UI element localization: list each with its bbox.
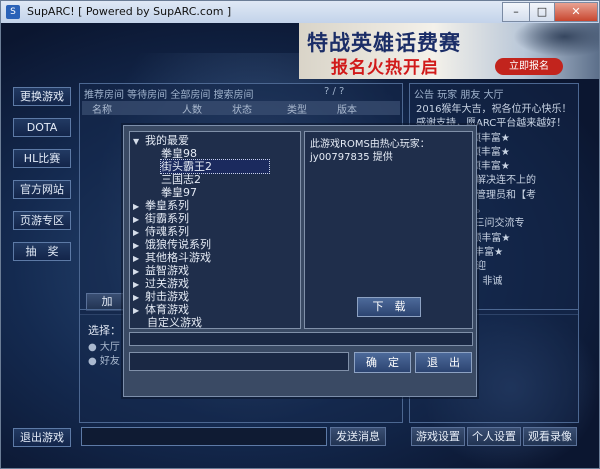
- tree-node-label: 益智游戏: [145, 264, 189, 277]
- close-button[interactable]: ✕: [554, 2, 598, 22]
- expand-triangle-icon[interactable]: ▼: [133, 135, 145, 148]
- game-settings-button[interactable]: 游戏设置: [411, 427, 465, 446]
- tree-node-sanguo2[interactable]: 三国志2: [161, 173, 201, 186]
- rom-provider-text: 此游戏ROMS由热心玩家：jy00797835 提供: [310, 139, 430, 163]
- col-name[interactable]: 名称: [92, 101, 112, 116]
- dialog-exit-button[interactable]: 退 出: [415, 352, 472, 373]
- title-bar: S SupARC! [ Powered by SupARC.com ] – □ …: [1, 1, 599, 23]
- room-columns: 名称 人数 状态 类型 版本: [82, 101, 400, 116]
- tree-node-sf-series[interactable]: ▶ 街霸系列: [133, 212, 189, 225]
- chat-input[interactable]: [81, 427, 327, 446]
- tree-node-label: 过关游戏: [145, 277, 189, 290]
- tree-node-fatalfury-series[interactable]: ▶ 饿狼传说系列: [133, 238, 211, 251]
- app-icon: S: [6, 5, 20, 19]
- tree-node-custom[interactable]: 自定义游戏: [147, 316, 202, 328]
- col-status[interactable]: 状态: [232, 101, 252, 116]
- tree-node-label: 体育游戏: [145, 303, 189, 316]
- personal-settings-button[interactable]: 个人设置: [467, 427, 521, 446]
- nav-dota-button[interactable]: DOTA: [13, 118, 71, 137]
- maximize-button[interactable]: □: [529, 2, 555, 22]
- tree-node-favorites[interactable]: ▼ 我的最爱: [133, 134, 189, 147]
- nav-lottery-button[interactable]: 抽 奖: [13, 242, 71, 261]
- news-tabs[interactable]: 公告 玩家 朋友 大厅: [410, 86, 578, 100]
- download-button[interactable]: 下 载: [357, 297, 421, 317]
- chat-select-label: 选择：: [88, 324, 121, 337]
- col-players[interactable]: 人数: [182, 101, 202, 116]
- nav-change-game-button[interactable]: 更换游戏: [13, 87, 71, 106]
- banner-figure: [513, 23, 599, 57]
- exit-game-button[interactable]: 退出游戏: [13, 428, 71, 447]
- minimize-button[interactable]: –: [502, 2, 530, 22]
- tree-node-label: 拳皇系列: [145, 199, 189, 212]
- chat-option-friends-label: 好友: [99, 356, 120, 367]
- window-title: SupARC! [ Powered by SupARC.com ]: [27, 5, 232, 18]
- tree-node-other-fighting[interactable]: ▶ 其他格斗游戏: [133, 251, 211, 264]
- watch-replay-button[interactable]: 观看录像: [523, 427, 577, 446]
- tree-node-label: 饿狼传说系列: [145, 238, 211, 251]
- tree-node-samsho-series[interactable]: ▶ 侍魂系列: [133, 225, 189, 238]
- col-type[interactable]: 类型: [287, 101, 307, 116]
- tree-node-sports[interactable]: ▶ 体育游戏: [133, 303, 189, 316]
- game-select-dialog: ▼ 我的最爱 拳皇98 街头霸王2 三国志2 拳皇97 ▶ 拳皇系列 ▶ 街霸系列 ▶…: [123, 125, 477, 397]
- banner-signup-button[interactable]: 立即报名: [495, 58, 563, 75]
- tree-node-label: 我的最爱: [145, 134, 189, 147]
- nav-official-site-button[interactable]: 官方网站: [13, 180, 71, 199]
- game-info-panel: 此游戏ROMS由热心玩家：jy00797835 提供 下 载: [304, 131, 473, 329]
- chat-option-friends[interactable]: ● 好友: [88, 352, 120, 367]
- tree-node-platformer[interactable]: ▶ 过关游戏: [133, 277, 189, 290]
- client-area: 特战英雄话费赛 报名火热开启 立即报名 更换游戏 DOTA HL比赛 官方网站 …: [1, 23, 599, 468]
- download-progress-bar: [129, 332, 473, 346]
- tree-node-puzzle[interactable]: ▶ 益智游戏: [133, 264, 189, 277]
- tree-node-label: 射击游戏: [145, 290, 189, 303]
- banner-subtitle: 报名火热开启: [331, 58, 439, 78]
- collapsed-triangle-icon[interactable]: ▶: [133, 304, 145, 317]
- radio-icon: ●: [88, 356, 97, 367]
- col-version[interactable]: 版本: [337, 101, 357, 116]
- confirm-button[interactable]: 确 定: [354, 352, 411, 373]
- tree-node-kof-series[interactable]: ▶ 拳皇系列: [133, 199, 189, 212]
- tree-node-label: 街霸系列: [145, 212, 189, 225]
- nav-match-button[interactable]: HL比赛: [13, 149, 71, 168]
- tree-node-sf2[interactable]: 街头霸王2: [160, 159, 270, 174]
- tree-node-shooting[interactable]: ▶ 射击游戏: [133, 290, 189, 303]
- news-line: 2016猴年大吉，祝各位开心快乐！: [416, 104, 572, 115]
- main-window: S SupARC! [ Powered by SupARC.com ] – □ …: [0, 0, 600, 469]
- tree-node-label: 其他格斗游戏: [145, 251, 211, 264]
- ad-banner[interactable]: 特战英雄话费赛 报名火热开启 立即报名: [299, 23, 599, 79]
- chat-option-hall[interactable]: ● 大厅: [88, 338, 120, 353]
- nav-web-games-button[interactable]: 页游专区: [13, 211, 71, 230]
- status-field: [129, 352, 349, 371]
- room-tabs[interactable]: 推荐房间 等待房间 全部房间 搜索房间: [80, 86, 402, 100]
- game-tree[interactable]: ▼ 我的最爱 拳皇98 街头霸王2 三国志2 拳皇97 ▶ 拳皇系列 ▶ 街霸系列 ▶…: [129, 131, 301, 329]
- send-message-button[interactable]: 发送消息: [330, 427, 386, 446]
- tree-node-label: 侍魂系列: [145, 225, 189, 238]
- room-help[interactable]: ? / ?: [324, 86, 344, 97]
- tree-node-kof97[interactable]: 拳皇97: [161, 186, 197, 199]
